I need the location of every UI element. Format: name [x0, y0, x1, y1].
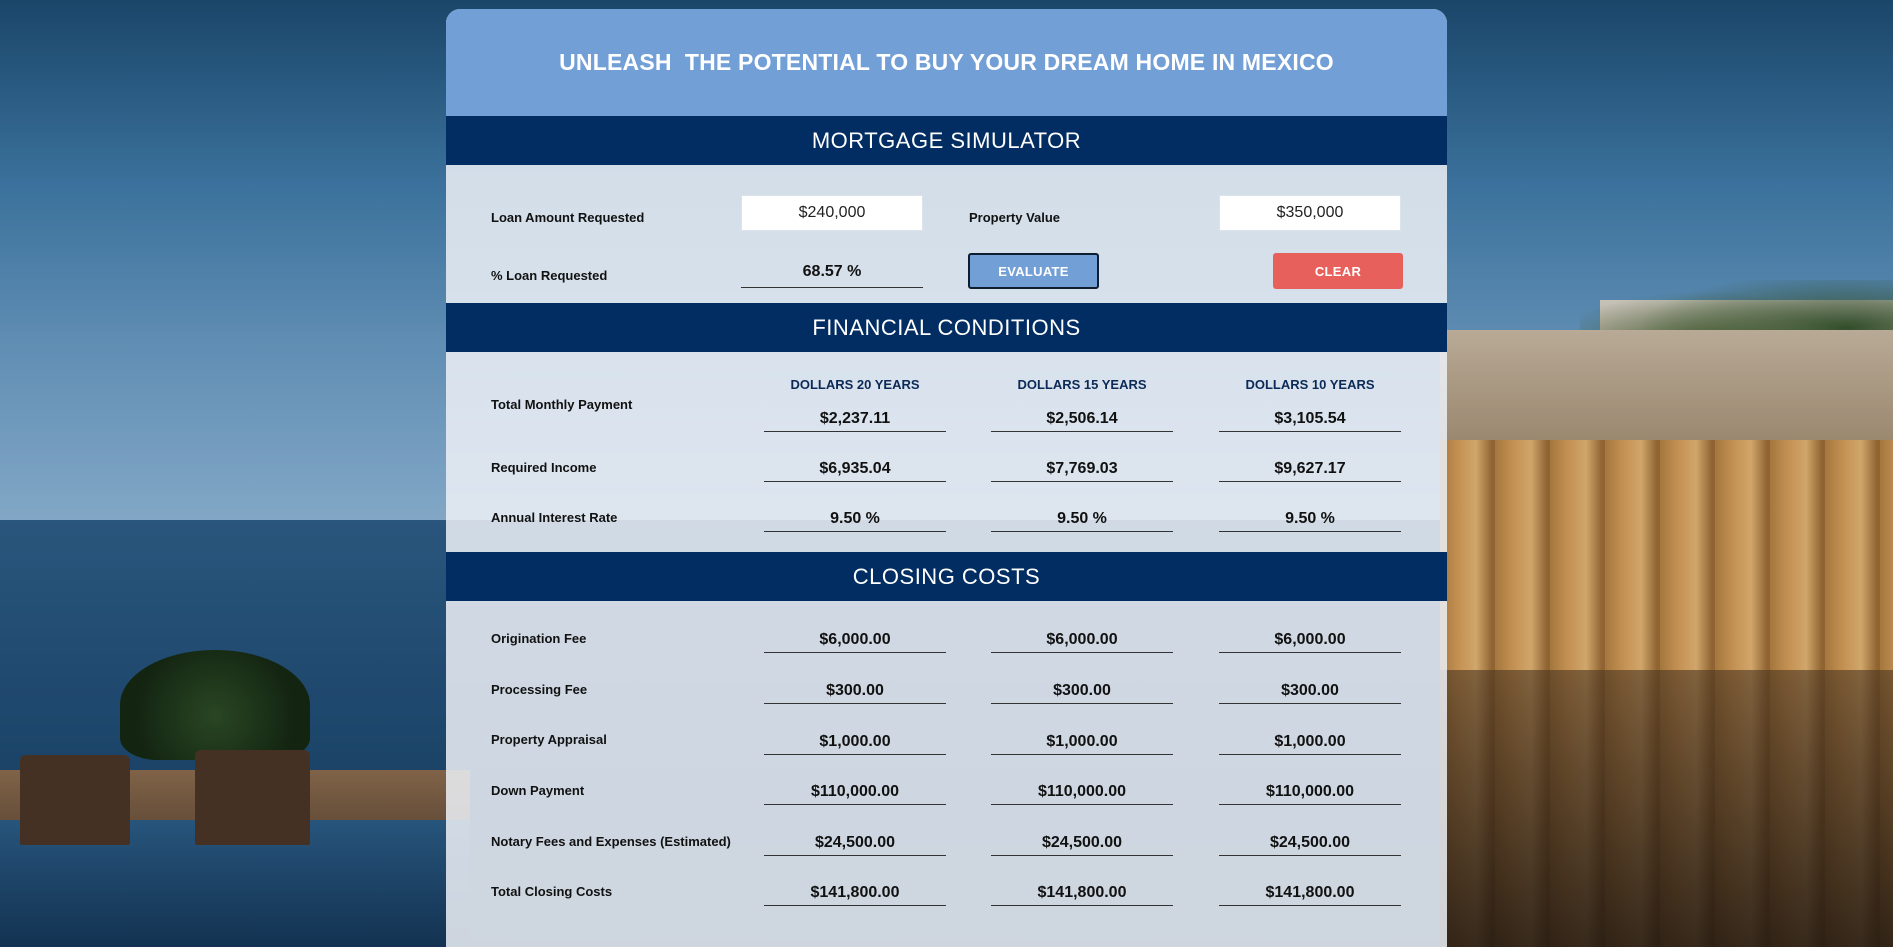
down-payment-20y: $110,000.00 [764, 779, 946, 805]
section-header-closing-costs: CLOSING COSTS [446, 552, 1447, 601]
required-income-20y: $6,935.04 [764, 456, 946, 482]
monthly-payment-10y: $3,105.54 [1219, 406, 1401, 432]
notary-fees-10y: $24,500.00 [1219, 830, 1401, 856]
clear-button[interactable]: CLEAR [1273, 253, 1403, 289]
property-appraisal-15y: $1,000.00 [991, 729, 1173, 755]
column-header-20-years: DOLLARS 20 YEARS [790, 377, 920, 392]
processing-fee-10y: $300.00 [1219, 678, 1401, 704]
property-appraisal-10y: $1,000.00 [1219, 729, 1401, 755]
monthly-payment-20y: $2,237.11 [764, 406, 946, 432]
total-closing-costs-10y: $141,800.00 [1219, 880, 1401, 906]
row-label-down-payment: Down Payment [491, 783, 585, 798]
closing-costs-table: Origination Fee $6,000.00 $6,000.00 $6,0… [446, 601, 1447, 941]
column-header-10-years: DOLLARS 10 YEARS [1245, 377, 1375, 392]
notary-fees-15y: $24,500.00 [991, 830, 1173, 856]
loan-amount-input[interactable]: $240,000 [741, 195, 923, 231]
financial-table: DOLLARS 20 YEARS DOLLARS 15 YEARS DOLLAR… [446, 352, 1447, 552]
down-payment-10y: $110,000.00 [1219, 779, 1401, 805]
property-appraisal-20y: $1,000.00 [764, 729, 946, 755]
interest-rate-15y: 9.50 % [991, 506, 1173, 532]
evaluate-button[interactable]: EVALUATE [968, 253, 1099, 289]
row-label-interest-rate: Annual Interest Rate [491, 510, 618, 525]
property-value-label: Property Value [969, 210, 1061, 225]
section-header-financial-conditions: FINANCIAL CONDITIONS [446, 303, 1447, 352]
row-label-origination-fee: Origination Fee [491, 631, 587, 646]
required-income-15y: $7,769.03 [991, 456, 1173, 482]
monthly-payment-15y: $2,506.14 [991, 406, 1173, 432]
percent-loan-label: % Loan Requested [491, 268, 608, 283]
percent-loan-value: 68.57 % [741, 256, 923, 288]
column-header-15-years: DOLLARS 15 YEARS [1017, 377, 1147, 392]
property-value-input[interactable]: $350,000 [1219, 195, 1401, 231]
total-closing-costs-20y: $141,800.00 [764, 880, 946, 906]
section-header-mortgage-simulator: MORTGAGE SIMULATOR [446, 116, 1447, 165]
interest-rate-10y: 9.50 % [1219, 506, 1401, 532]
row-label-required-income: Required Income [491, 460, 597, 475]
processing-fee-20y: $300.00 [764, 678, 946, 704]
origination-fee-15y: $6,000.00 [991, 627, 1173, 653]
origination-fee-10y: $6,000.00 [1219, 627, 1401, 653]
row-label-notary-fees: Notary Fees and Expenses (Estimated) [491, 834, 731, 849]
notary-fees-20y: $24,500.00 [764, 830, 946, 856]
processing-fee-15y: $300.00 [991, 678, 1173, 704]
row-label-monthly-payment: Total Monthly Payment [491, 397, 633, 412]
down-payment-15y: $110,000.00 [991, 779, 1173, 805]
row-label-property-appraisal: Property Appraisal [491, 732, 607, 747]
loan-amount-label: Loan Amount Requested [491, 210, 645, 225]
row-label-processing-fee: Processing Fee [491, 682, 588, 697]
required-income-10y: $9,627.17 [1219, 456, 1401, 482]
mortgage-panel: UNLEASH THE POTENTIAL TO BUY YOUR DREAM … [446, 9, 1447, 947]
simulator-form: Loan Amount Requested $240,000 Property … [446, 165, 1447, 303]
hero-title: UNLEASH THE POTENTIAL TO BUY YOUR DREAM … [446, 9, 1447, 116]
row-label-total-closing-costs: Total Closing Costs [491, 884, 613, 899]
interest-rate-20y: 9.50 % [764, 506, 946, 532]
total-closing-costs-15y: $141,800.00 [991, 880, 1173, 906]
origination-fee-20y: $6,000.00 [764, 627, 946, 653]
